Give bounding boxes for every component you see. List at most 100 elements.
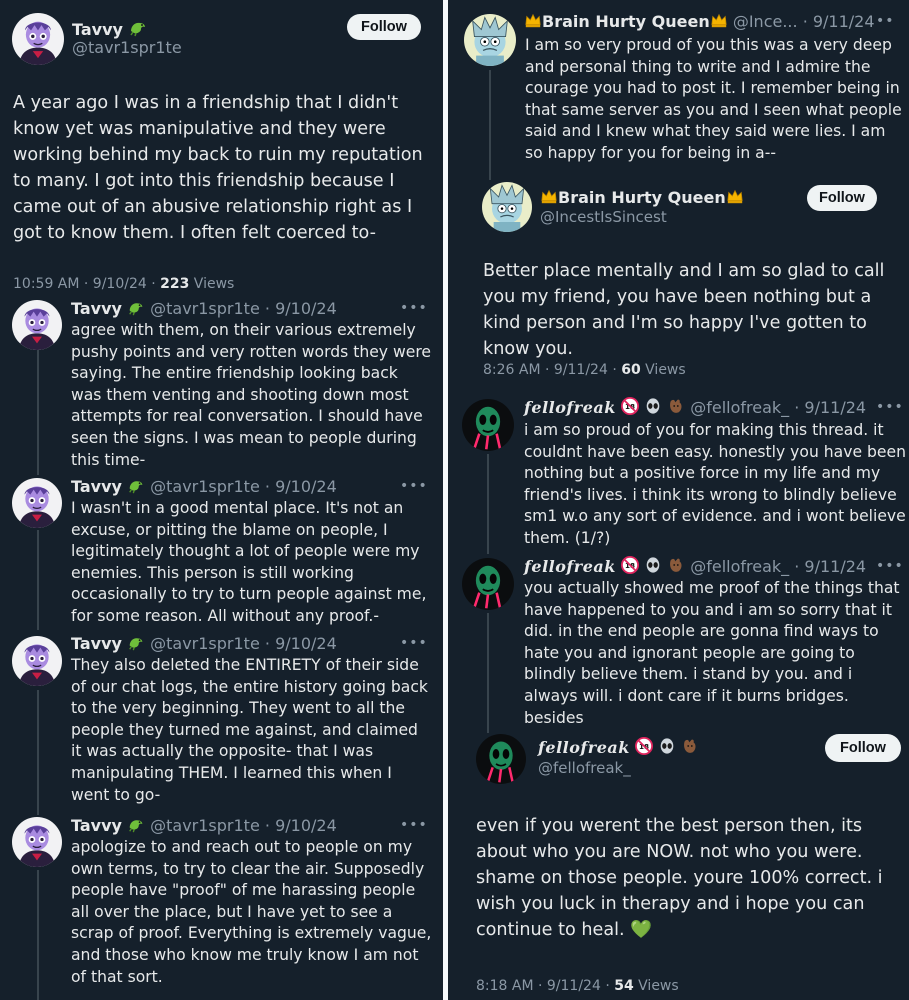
author-name[interactable]: fellofreak [524, 398, 616, 417]
crown-icon [540, 187, 558, 205]
author-name[interactable]: Tavvy [71, 477, 122, 496]
tavvy-avatar[interactable] [12, 478, 62, 528]
reply-body: They also deleted the ENTIRETY of their … [71, 656, 428, 804]
reply-header: fellofreak @fellofreak_ · 9/11/24 [524, 397, 866, 417]
fellofreak-avatar[interactable] [462, 399, 514, 451]
follow-button[interactable]: Follow [825, 734, 901, 762]
reply-date[interactable]: · 9/10/24 [265, 477, 337, 496]
fellofreak-avatar[interactable] [462, 558, 514, 610]
thread-line [37, 350, 39, 475]
author-handle[interactable]: @fellofreak_ [690, 398, 789, 417]
reply-header: fellofreak @fellofreak_ · 9/11/24 [524, 556, 866, 576]
no-under-18-icon [621, 397, 639, 415]
alien-icon [644, 556, 662, 574]
no-under-18-icon [635, 737, 653, 755]
more-icon[interactable]: ••• [876, 558, 904, 574]
view-count: 54 [614, 978, 634, 994]
dragon-icon [127, 298, 145, 316]
author-name[interactable]: Tavvy [72, 20, 123, 39]
reply-date[interactable]: · 9/11/24 [794, 557, 866, 576]
tweet-time[interactable]: 10:59 AM · 9/10/24 · [13, 276, 160, 292]
left-thread-panel: Tavvy @tavr1spr1te Follow A year ago I w… [0, 0, 443, 1000]
queen-avatar[interactable] [482, 182, 532, 232]
author-name[interactable]: Brain Hurty Queen [558, 188, 726, 207]
views-label: Views [640, 362, 686, 378]
follow-button[interactable]: Follow [347, 14, 421, 40]
tweet-meta: 8:18 AM · 9/11/24 · 54 Views [476, 978, 679, 994]
author-handle[interactable]: @fellofreak_ [538, 759, 631, 777]
follow-button[interactable]: Follow [807, 185, 877, 211]
views-label: Views [633, 978, 679, 994]
reply-header: Tavvy @tavr1spr1te · 9/10/24 [71, 476, 337, 496]
reply-body: i am so proud of you for making this thr… [524, 421, 906, 547]
crown-icon [710, 11, 728, 29]
author-handle[interactable]: @tavr1spr1te [150, 477, 260, 496]
main-author: fellofreak [538, 737, 699, 757]
views-label: Views [189, 276, 235, 292]
alien-icon [658, 737, 676, 755]
thread-line [487, 454, 489, 554]
reply-date[interactable]: · 9/11/24 [803, 12, 875, 31]
main-author: Brain Hurty Queen [540, 187, 744, 207]
tavvy-avatar[interactable] [12, 13, 64, 65]
more-icon[interactable]: ••• [400, 635, 428, 651]
crown-icon [524, 11, 542, 29]
reply-date[interactable]: · 9/10/24 [265, 816, 337, 835]
thread-line [487, 613, 489, 733]
reply-body: I am so very proud of you this was a ver… [525, 36, 902, 162]
more-icon[interactable]: ••• [400, 300, 428, 316]
reply-date[interactable]: · 9/10/24 [265, 299, 337, 318]
tavvy-avatar[interactable] [12, 300, 62, 350]
thread-line [489, 70, 491, 180]
reply-header: Tavvy @tavr1spr1te · 9/10/24 [71, 298, 337, 318]
author-handle[interactable]: @fellofreak_ [690, 557, 789, 576]
dragon-icon [127, 633, 145, 651]
reply-date[interactable]: · 9/10/24 [265, 634, 337, 653]
author-name[interactable]: Tavvy [71, 634, 122, 653]
right-thread-panel: Brain Hurty Queen @Ince... · 9/11/24 •• … [448, 0, 909, 1000]
alien-icon [644, 397, 662, 415]
fellofreak-avatar[interactable] [476, 734, 526, 784]
tavvy-avatar[interactable] [12, 636, 62, 686]
tweet-text: even if you werent the best person then,… [476, 816, 883, 940]
tweet-time[interactable]: 8:26 AM · 9/11/24 · [483, 362, 621, 378]
author-handle[interactable]: @tavr1spr1te [150, 816, 260, 835]
tweet-meta: 10:59 AM · 9/10/24 · 223 Views [13, 276, 234, 292]
reply-body: I wasn't in a good mental place. It's no… [71, 499, 427, 625]
reply-body: apologize to and reach out to people on … [71, 838, 432, 986]
queen-avatar[interactable] [464, 14, 516, 66]
author-handle[interactable]: @tavr1spr1te [150, 634, 260, 653]
reply-header: Brain Hurty Queen @Ince... · 9/11/24 [524, 11, 875, 31]
dragon-icon [127, 815, 145, 833]
tweet-body: Better place mentally and I am so glad t… [483, 261, 885, 359]
more-icon[interactable]: ••• [400, 817, 428, 833]
author-name[interactable]: fellofreak [524, 557, 616, 576]
crown-icon [726, 187, 744, 205]
reply-date[interactable]: · 9/11/24 [794, 398, 866, 417]
thread-line [37, 870, 39, 1000]
more-icon[interactable]: •• [876, 13, 895, 29]
author-name[interactable]: Tavvy [71, 299, 122, 318]
author-handle[interactable]: @Ince... [733, 12, 798, 31]
view-count: 223 [160, 276, 190, 292]
dragon-icon [128, 17, 148, 37]
author-name[interactable]: Tavvy [71, 816, 122, 835]
tavvy-avatar[interactable] [12, 817, 62, 867]
goat-icon [667, 556, 685, 574]
author-name[interactable]: fellofreak [538, 738, 630, 757]
main-author: Tavvy [72, 17, 148, 39]
author-name[interactable]: Brain Hurty Queen [542, 12, 710, 31]
no-under-18-icon [621, 556, 639, 574]
author-handle[interactable]: @tavr1spr1te [150, 299, 260, 318]
tweet-body: A year ago I was in a friendship that I … [13, 93, 423, 243]
thread-line [37, 690, 39, 815]
goat-icon [681, 737, 699, 755]
more-icon[interactable]: ••• [400, 478, 428, 494]
view-count: 60 [621, 362, 641, 378]
more-icon[interactable]: ••• [876, 399, 904, 415]
author-handle[interactable]: @tavr1spr1te [72, 38, 182, 57]
tweet-meta: 8:26 AM · 9/11/24 · 60 Views [483, 362, 686, 378]
tweet-time[interactable]: 8:18 AM · 9/11/24 · [476, 978, 614, 994]
author-handle[interactable]: @IncestIsSincest [540, 208, 667, 226]
reply-header: Tavvy @tavr1spr1te · 9/10/24 [71, 633, 337, 653]
